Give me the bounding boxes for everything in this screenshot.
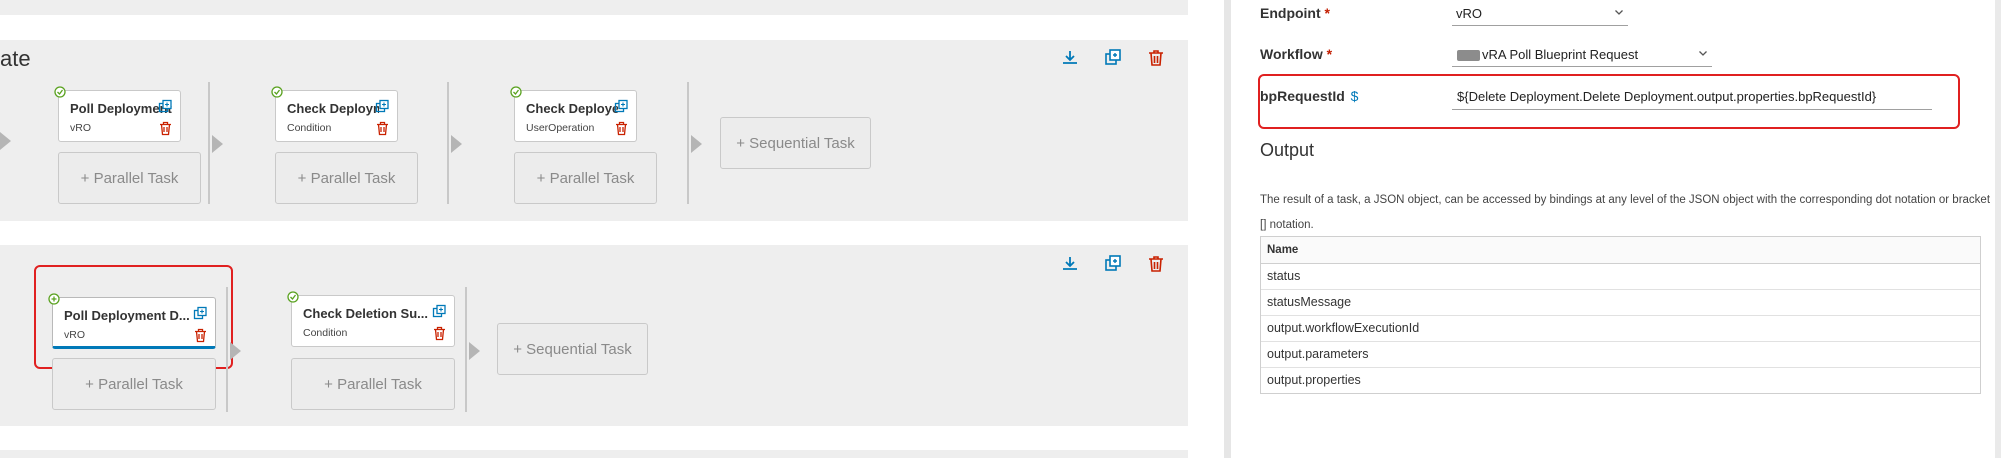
highlight-box [1258,74,1960,129]
add-parallel-task-button[interactable]: + Parallel Task [275,152,418,204]
task-type: Condition [287,122,332,134]
stage-2-collapse-button[interactable] [1059,253,1081,275]
stage-2: Poll Deployment D... vRO + Parallel Task… [0,245,1188,426]
output-table-row: output.properties [1267,373,1361,387]
task-type: vRO [70,122,91,134]
task-type: UserOperation [526,122,595,134]
pipeline-canvas: ate Poll Deployment vRO + Parallel Task … [0,0,1188,458]
panel-splitter[interactable] [1224,0,1231,458]
trash-icon [1149,50,1163,66]
column-divider [465,287,467,412]
column-divider [687,82,689,204]
output-table-row: output.workflowExecutionId [1261,316,1980,342]
add-parallel-task-button[interactable]: + Parallel Task [58,152,201,204]
duplicate-task-icon[interactable] [432,304,447,319]
duplicate-icon [1105,255,1121,271]
stage-1-title: ate [0,46,31,71]
stage-1-collapse-button[interactable] [1059,47,1081,69]
duplicate-icon [1105,49,1121,65]
output-table-row: statusMessage [1261,290,1980,316]
connector-arrow [469,342,480,360]
duplicate-task-icon[interactable] [614,99,629,114]
endpoint-label-text: Endpoint [1260,5,1321,21]
stage-1-delete-button[interactable] [1145,47,1167,69]
connector-arrow [451,135,462,153]
task-card-check-deletion[interactable]: Check Deletion Su... Condition [287,291,455,347]
add-parallel-task-button[interactable]: + Parallel Task [52,358,216,410]
highlight-box [34,265,233,369]
connector-arrow [230,342,241,360]
task-title: Poll Deployment [70,101,172,116]
connector-arrow [0,132,11,150]
stage-partial-top [0,0,1188,15]
output-heading: Output [1260,140,1315,160]
connector-arrow [212,135,223,153]
required-marker: * [1324,5,1330,21]
output-table: Name status statusMessage output.workflo… [1260,236,1981,394]
output-description: The result of a task, a JSON object, can… [1260,194,1991,231]
delete-task-icon[interactable] [433,326,446,341]
page-scrollbar[interactable] [1995,0,2001,458]
workflow-label-text: Workflow [1260,46,1323,62]
endpoint-select[interactable]: vRO [1452,3,1628,26]
task-title: Check Deploymen... [287,101,379,116]
endpoint-value: vRO [1456,6,1482,21]
workflow-label: Workflow * [1260,46,1332,62]
add-parallel-task-button[interactable]: + Parallel Task [291,358,455,410]
collapse-icon [1063,257,1077,270]
collapse-icon [1063,51,1077,64]
chevron-down-icon [1615,10,1623,15]
task-title: Check Deployed P... [526,101,618,116]
output-table-row: status [1261,264,1980,290]
chevron-down-icon [1699,51,1707,56]
stage-1-duplicate-button[interactable] [1102,47,1124,69]
column-divider [226,287,228,412]
success-check-icon [54,86,66,98]
stage-2-duplicate-button[interactable] [1102,253,1124,275]
delete-task-icon[interactable] [159,121,172,136]
workflow-value: vRA Poll Blueprint Request [1482,47,1639,62]
stage-1: ate Poll Deployment vRO + Parallel Task … [0,40,1188,221]
workflow-select[interactable]: vRA Poll Blueprint Request [1452,44,1712,67]
success-check-icon [271,86,283,98]
add-sequential-task-button[interactable]: + Sequential Task [720,117,871,169]
stage-partial-bottom [0,450,1188,458]
column-divider [447,82,449,204]
trash-icon [1149,256,1163,272]
success-check-icon [287,291,299,303]
delete-task-icon[interactable] [615,121,628,136]
required-marker: * [1326,46,1333,62]
add-parallel-task-button[interactable]: + Parallel Task [514,152,657,204]
success-check-icon [510,86,522,98]
task-type: Condition [303,327,348,339]
add-sequential-task-button[interactable]: + Sequential Task [497,323,648,375]
duplicate-task-icon[interactable] [158,99,173,114]
column-divider [208,82,210,204]
connector-arrow [691,135,702,153]
task-title: Check Deletion Su... [303,306,428,321]
task-card-check-deployed[interactable]: Check Deployed P... UserOperation [510,86,637,142]
task-card-check-deployment[interactable]: Check Deploymen... Condition [271,86,398,142]
stage-2-delete-button[interactable] [1145,253,1167,275]
redacted-prefix [1457,50,1480,61]
endpoint-label: Endpoint * [1260,5,1330,21]
output-table-header: Name [1261,237,1980,264]
task-card-poll-deployment[interactable]: Poll Deployment vRO [54,86,181,142]
output-table-row: output.parameters [1261,342,1980,368]
duplicate-task-icon[interactable] [375,99,390,114]
delete-task-icon[interactable] [376,121,389,136]
